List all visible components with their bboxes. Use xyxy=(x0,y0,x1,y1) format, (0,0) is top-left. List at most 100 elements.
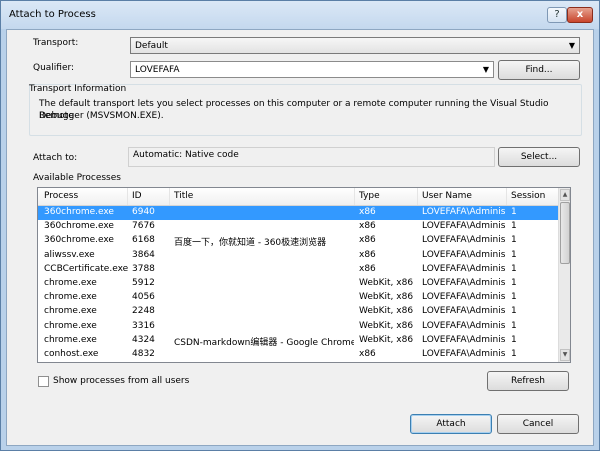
window-title: Attach to Process xyxy=(9,9,96,20)
qualifier-combobox[interactable]: LOVEFAFA ▼ xyxy=(130,61,494,78)
table-row[interactable]: aliwssv.exe 3864 x86 LOVEFAFA\Adminis... 1 xyxy=(38,249,558,263)
cell-id: 3788 xyxy=(132,263,155,274)
cell-user: LOVEFAFA\Adminis... xyxy=(422,292,506,303)
cell-type: WebKit, x86 xyxy=(359,320,414,331)
cell-process: 360chrome.exe xyxy=(44,207,114,217)
table-row[interactable]: 360chrome.exe 6940 x86 LOVEFAFA\Adminis... 1 xyxy=(38,206,558,220)
find-button[interactable]: Find... xyxy=(498,60,580,80)
column-header-title[interactable]: Title xyxy=(170,188,355,205)
cell-type: WebKit, x86 xyxy=(359,334,414,345)
cell-process: aliwssv.exe xyxy=(44,249,95,260)
table-row[interactable]: CCBCertificate.exe 3788 x86 LOVEFAFA\Admini… xyxy=(38,263,558,277)
refresh-button[interactable]: Refresh xyxy=(487,371,569,391)
select-code-type-button[interactable]: Select... xyxy=(498,147,580,167)
cell-type: WebKit, x86 xyxy=(359,292,414,303)
scroll-down-icon[interactable]: ▼ xyxy=(560,349,570,361)
cell-user: LOVEFAFA\Adminis... xyxy=(422,221,506,232)
vertical-scrollbar[interactable]: ▲ ▼ xyxy=(558,188,570,362)
qualifier-label: Qualifier: xyxy=(33,63,75,73)
cell-session: 1 xyxy=(511,349,517,359)
cell-id: 3316 xyxy=(132,320,155,331)
column-header-process[interactable]: Process xyxy=(40,188,128,205)
process-list-header: Process ID Title Type User Name Session xyxy=(38,188,558,206)
cell-session: 1 xyxy=(511,334,517,345)
cell-user: LOVEFAFA\Adminis... xyxy=(422,334,506,345)
cell-id: 3864 xyxy=(132,249,155,260)
transport-description-line2: Debugger (MSVSMON.EXE). xyxy=(39,111,164,121)
column-header-session[interactable]: Session xyxy=(507,188,558,205)
cell-session: 1 xyxy=(511,306,517,317)
cell-type: x86 xyxy=(359,349,376,359)
scroll-up-icon[interactable]: ▲ xyxy=(560,189,570,201)
cell-process: chrome.exe xyxy=(44,292,97,303)
help-button[interactable]: ? xyxy=(547,7,567,23)
table-row[interactable]: 360chrome.exe 6168 百度一下，你就知道 - 360极速浏览器 x86… xyxy=(38,234,558,248)
attach-to-field: Automatic: Native code xyxy=(128,147,495,167)
transport-label: Transport: xyxy=(33,38,79,48)
cell-type: x86 xyxy=(359,207,376,217)
cell-process: chrome.exe xyxy=(44,320,97,331)
chevron-down-icon: ▼ xyxy=(482,65,489,74)
attach-button[interactable]: Attach xyxy=(410,414,492,434)
table-row[interactable]: conhost.exe 4832 x86 LOVEFAFA\Adminis... 1 xyxy=(38,348,558,362)
cell-type: x86 xyxy=(359,249,376,260)
cell-type: x86 xyxy=(359,221,376,232)
attach-to-process-dialog: Attach to Process ? x Transport: Default… xyxy=(0,0,600,451)
column-header-id[interactable]: ID xyxy=(128,188,170,205)
cell-id: 2248 xyxy=(132,306,155,317)
process-list[interactable]: Process ID Title Type User Name Session … xyxy=(37,187,571,363)
cell-id: 4832 xyxy=(132,349,155,359)
table-row[interactable]: chrome.exe 4056 WebKit, x86 LOVEFAFA\Admini… xyxy=(38,291,558,305)
cell-process: chrome.exe xyxy=(44,334,97,345)
table-row[interactable]: chrome.exe 4324 CSDN-markdown编辑器 - Google … xyxy=(38,334,558,348)
show-all-users-checkbox[interactable] xyxy=(38,376,49,387)
cell-type: x86 xyxy=(359,263,376,274)
cell-id: 4324 xyxy=(132,334,155,345)
scrollbar-thumb[interactable] xyxy=(560,202,570,264)
cell-type: WebKit, x86 xyxy=(359,278,414,288)
cell-user: LOVEFAFA\Adminis... xyxy=(422,278,506,288)
transport-dropdown[interactable]: Default ▼ xyxy=(130,37,580,54)
cell-id: 7676 xyxy=(132,221,155,232)
table-row[interactable]: 360chrome.exe 7676 x86 LOVEFAFA\Adminis... 1 xyxy=(38,220,558,234)
cell-session: 1 xyxy=(511,292,517,303)
column-header-type[interactable]: Type xyxy=(355,188,418,205)
cell-process: chrome.exe xyxy=(44,306,97,317)
cell-id: 5912 xyxy=(132,278,155,288)
cell-user: LOVEFAFA\Adminis... xyxy=(422,320,506,331)
cell-id: 4056 xyxy=(132,292,155,303)
transport-value: Default xyxy=(135,41,168,51)
column-header-user-name[interactable]: User Name xyxy=(418,188,507,205)
cell-process: CCBCertificate.exe xyxy=(44,263,128,274)
cancel-button[interactable]: Cancel xyxy=(497,414,579,434)
cell-session: 1 xyxy=(511,207,517,217)
table-row[interactable]: chrome.exe 2248 WebKit, x86 LOVEFAFA\Admini… xyxy=(38,305,558,319)
qualifier-value: LOVEFAFA xyxy=(135,65,180,75)
cell-id: 6168 xyxy=(132,235,155,246)
cell-user: LOVEFAFA\Adminis... xyxy=(422,249,506,260)
table-row[interactable]: chrome.exe 5912 WebKit, x86 LOVEFAFA\Admini… xyxy=(38,277,558,291)
dialog-client-area: Transport: Default ▼ Qualifier: LOVEFAFA… xyxy=(6,29,594,446)
cell-session: 1 xyxy=(511,249,517,260)
cell-user: LOVEFAFA\Adminis... xyxy=(422,349,506,359)
cell-session: 1 xyxy=(511,263,517,274)
cell-title: CSDN-markdown编辑器 - Google Chrome xyxy=(174,337,354,348)
cell-user: LOVEFAFA\Adminis... xyxy=(422,263,506,274)
attach-to-label: Attach to: xyxy=(33,153,78,163)
cell-type: x86 xyxy=(359,235,376,246)
cell-user: LOVEFAFA\Adminis... xyxy=(422,306,506,317)
show-all-users-label[interactable]: Show processes from all users xyxy=(53,376,189,386)
close-button[interactable]: x xyxy=(567,7,593,23)
cell-process: conhost.exe xyxy=(44,349,99,359)
cell-process: 360chrome.exe xyxy=(44,235,114,246)
cell-id: 6940 xyxy=(132,207,155,217)
table-row[interactable]: chrome.exe 3316 WebKit, x86 LOVEFAFA\Admini… xyxy=(38,320,558,334)
cell-user: LOVEFAFA\Adminis... xyxy=(422,235,506,246)
chevron-down-icon: ▼ xyxy=(568,41,575,50)
transport-information-group: Transport Information The default transp… xyxy=(29,84,582,136)
cell-type: WebKit, x86 xyxy=(359,306,414,317)
cell-user: LOVEFAFA\Adminis... xyxy=(422,207,506,217)
title-bar[interactable]: Attach to Process ? x xyxy=(1,1,599,29)
cell-session: 1 xyxy=(511,278,517,288)
cell-session: 1 xyxy=(511,221,517,232)
